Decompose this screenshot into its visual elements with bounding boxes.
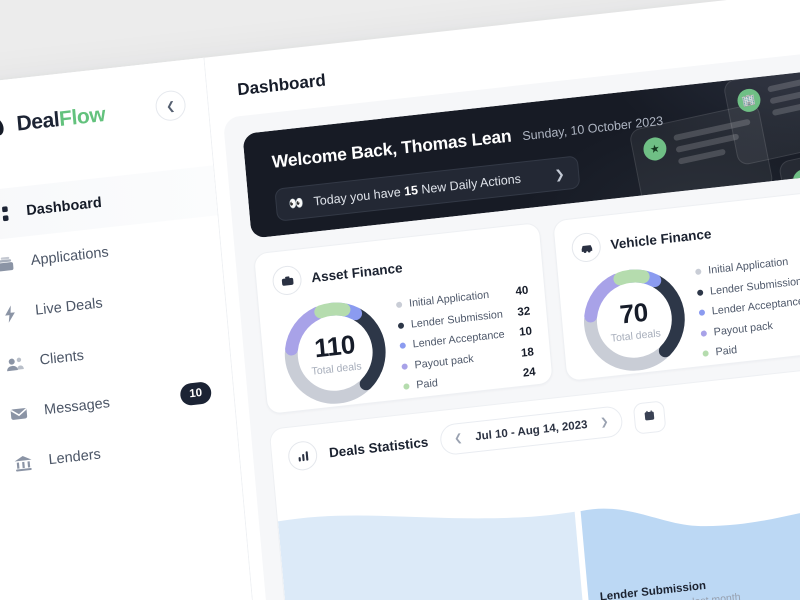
donut-total: 70 bbox=[618, 296, 649, 330]
eyes-icon: 👀 bbox=[288, 195, 305, 211]
donut-center: 110 Total deals bbox=[275, 291, 396, 415]
date-range-selector[interactable]: ❮ Jul 10 - Aug 14, 2023 ❯ bbox=[438, 405, 624, 457]
archive-icon bbox=[0, 252, 17, 275]
legend-value: 10 bbox=[518, 325, 533, 339]
card-title: Asset Finance bbox=[310, 260, 404, 286]
funnel-segment-1 bbox=[277, 511, 585, 600]
legend-label: Payout pack bbox=[713, 319, 774, 338]
grid-icon bbox=[0, 202, 12, 225]
calendar-icon bbox=[643, 408, 658, 427]
sidebar-item-label: Live Deals bbox=[34, 295, 104, 319]
legend-dot bbox=[397, 321, 405, 329]
bank-icon bbox=[12, 451, 35, 474]
daily-actions-prefix: Today you have bbox=[312, 184, 402, 209]
bar-chart-icon bbox=[287, 439, 319, 472]
screenshot-stage: DealFlow ❮ Dashboard Applications Live D… bbox=[0, 0, 800, 600]
legend-dot bbox=[395, 301, 403, 309]
legend-dot bbox=[401, 362, 408, 370]
sidebar-item-label: Lenders bbox=[47, 446, 102, 469]
brand-part-two: Flow bbox=[58, 102, 107, 131]
deco-lines bbox=[767, 68, 800, 145]
main-area: Dashboard Welcome Back, Thomas Lean Sund… bbox=[204, 0, 800, 600]
sidebar-item-label: Messages bbox=[43, 395, 111, 419]
coin-icon: ● bbox=[790, 167, 800, 195]
sidebar-item-label: Applications bbox=[30, 244, 110, 269]
sidebar-item-label: Dashboard bbox=[25, 194, 103, 220]
chevron-right-icon: ❯ bbox=[553, 166, 566, 182]
card-asset-finance[interactable]: Asset Finance 110 Total deals Initial Ap… bbox=[253, 221, 554, 415]
card-title: Vehicle Finance bbox=[609, 226, 712, 253]
dealflow-app-window: DealFlow ❮ Dashboard Applications Live D… bbox=[0, 0, 800, 600]
deals-statistics-title: Deals Statistics bbox=[328, 434, 429, 461]
content-surface: Welcome Back, Thomas Lean Sunday, 10 Oct… bbox=[222, 36, 800, 600]
legend-label: Paid bbox=[715, 344, 738, 359]
legend-dot bbox=[702, 350, 709, 357]
car-icon bbox=[570, 231, 602, 264]
date-range-value: Jul 10 - Aug 14, 2023 bbox=[474, 418, 588, 443]
card-body: 70 Total deals Initial Application 32 bbox=[574, 243, 800, 382]
legend-dot bbox=[399, 342, 407, 349]
calendar-button[interactable] bbox=[633, 400, 667, 435]
brand-text: DealFlow bbox=[16, 103, 107, 137]
star-icon: ★ bbox=[641, 135, 669, 163]
people-icon bbox=[3, 352, 26, 375]
legend-dot bbox=[696, 288, 704, 296]
daily-actions-suffix: New Daily Actions bbox=[420, 171, 522, 197]
sidebar-item-label: Clients bbox=[39, 347, 85, 369]
chevron-left-icon[interactable]: ❮ bbox=[454, 433, 463, 445]
banner-decoration: ★ 🏢 ↻ ● bbox=[621, 56, 800, 239]
chevron-right-icon[interactable]: ❯ bbox=[600, 417, 609, 429]
legend-value: 32 bbox=[516, 304, 531, 319]
legend-dot bbox=[695, 268, 702, 276]
legend-dot bbox=[403, 383, 410, 390]
daily-actions-count: 15 bbox=[403, 182, 419, 199]
card-body: 110 Total deals Initial Application 40 L… bbox=[275, 276, 537, 415]
legend-label: Payout pack bbox=[414, 352, 475, 371]
messages-badge: 10 bbox=[179, 381, 213, 407]
donut-chart: 70 Total deals bbox=[574, 258, 695, 382]
donut-total: 110 bbox=[313, 328, 357, 364]
card-legend: Initial Application 32 Lender Submission… bbox=[685, 247, 800, 365]
legend-dot bbox=[700, 329, 708, 337]
legend-label: Paid bbox=[415, 377, 439, 392]
card-legend: Initial Application 40 Lender Submission… bbox=[386, 280, 536, 398]
envelope-icon bbox=[7, 402, 30, 425]
bolt-icon bbox=[0, 302, 21, 325]
funnel-label-2: Lender Submission 8 Deals ↓ -0.1% vs las… bbox=[599, 576, 741, 600]
building-icon: 🏢 bbox=[735, 86, 763, 115]
donut-total-label: Total deals bbox=[610, 327, 662, 345]
donut-chart: 110 Total deals bbox=[275, 291, 396, 415]
donut-center: 70 Total deals bbox=[574, 258, 695, 382]
sidebar-nav: Dashboard Applications Live Deals Client… bbox=[0, 165, 240, 492]
legend-value: 40 bbox=[515, 284, 529, 298]
briefcase-icon bbox=[271, 264, 303, 297]
brand-part-one: Deal bbox=[15, 108, 61, 136]
card-vehicle-finance[interactable]: Vehicle Finance 70 Total deals Initial A… bbox=[552, 188, 800, 382]
chevron-left-icon: ❮ bbox=[165, 99, 176, 113]
legend-dot bbox=[698, 309, 706, 316]
leaf-drop-icon bbox=[0, 114, 9, 141]
legend-value: 24 bbox=[522, 366, 537, 380]
legend-value: 18 bbox=[520, 345, 535, 360]
daily-actions-text: Today you have 15 New Daily Actions bbox=[313, 171, 521, 208]
